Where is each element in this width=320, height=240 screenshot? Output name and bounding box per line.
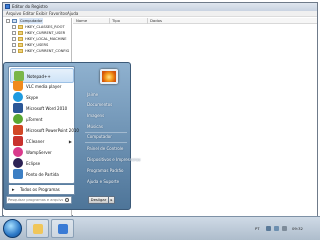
folder-icon [18,31,23,35]
registry-editor-icon [58,224,68,234]
language-indicator[interactable]: PT [255,217,260,240]
column-name[interactable]: Nome [76,18,87,24]
menu-favorites[interactable]: Favoritos [49,11,67,17]
all-programs-button[interactable]: ▸ Todos os Programas [8,185,75,195]
separator [85,132,127,133]
all-programs-label: Todos os Programas [20,187,60,192]
link-documents[interactable]: Documentos [87,102,112,108]
link-computer[interactable]: Computador [87,134,112,140]
taskbar-button-explorer[interactable] [26,219,49,238]
submenu-arrow-icon[interactable]: ▶ [69,139,72,144]
expand-icon[interactable] [12,43,16,47]
shutdown-options-button[interactable]: ▸ [109,196,115,204]
program-item[interactable]: Ponto de Partida [10,167,74,182]
tree-item-label: HKEY_CURRENT_CONFIG [25,49,70,53]
link-help-support[interactable]: Ajuda e Suporte [87,179,119,185]
folder-icon [18,43,23,47]
column-type[interactable]: Tipo [112,18,120,24]
folder-icon [18,25,23,29]
link-user[interactable]: Jaime [87,92,98,98]
collapse-icon[interactable] [6,19,10,23]
volume-icon[interactable] [282,226,287,231]
link-control-panel[interactable]: Painel de Controle [87,146,123,152]
start-menu: Notepad++ VLC media player Skype Microso… [3,62,140,210]
menu-view[interactable]: Exibir [36,11,47,17]
shutdown-button[interactable]: Desligar [88,196,109,204]
folder-icon [18,37,23,41]
title-bar[interactable]: Editor do Registro [3,3,317,11]
column-divider[interactable] [147,18,148,24]
start-button[interactable] [3,219,22,238]
column-header: Nome Tipo Dados [73,18,317,24]
menu-edit[interactable]: Editar [23,11,35,17]
link-music[interactable]: Músicas [87,124,103,130]
tree-item-hkcc[interactable]: HKEY_CURRENT_CONFIG [4,48,72,54]
network-icon[interactable] [274,226,279,231]
search-box[interactable] [6,196,72,204]
search-icon[interactable] [65,198,69,202]
separator [85,142,127,143]
expand-icon[interactable] [12,49,16,53]
taskbar-button-regedit[interactable] [51,219,74,238]
folder-icon [18,49,23,53]
arrow-right-icon: ▸ [12,187,15,193]
window-title: Editor do Registro [12,4,48,9]
expand-icon[interactable] [12,31,16,35]
folder-icon [33,224,43,234]
column-data[interactable]: Dados [150,18,162,24]
user-picture[interactable] [100,69,118,84]
registry-editor-icon [5,4,10,9]
expand-icon[interactable] [12,37,16,41]
link-pictures[interactable]: Imagens [87,113,104,119]
clock[interactable]: 09:32 [292,217,303,240]
expand-icon[interactable] [12,25,16,29]
start-menu-right-panel: Jaime Documentos Imagens Músicas Computa… [78,66,140,196]
search-input[interactable] [8,197,63,203]
flag-icon[interactable] [266,226,271,231]
taskbar: PT 09:32 [0,216,320,240]
desktop: Editor do Registro Arquivo Editar Exibir… [0,0,320,240]
pinned-programs-list: Notepad++ VLC media player Skype Microso… [8,66,79,184]
program-label: Ponto de Partida [26,172,59,177]
menu-file[interactable]: Arquivo [6,11,21,17]
menu-bar: Arquivo Editar Exibir Favoritos Ajuda [3,11,317,17]
menu-help[interactable]: Ajuda [67,11,78,17]
column-divider[interactable] [109,18,110,24]
link-default-programs[interactable]: Programas Padrão [87,168,123,174]
computer-icon [12,19,17,23]
link-devices-printers[interactable]: Dispositivos e Impressoras [87,157,140,163]
getting-started-icon [13,169,23,179]
